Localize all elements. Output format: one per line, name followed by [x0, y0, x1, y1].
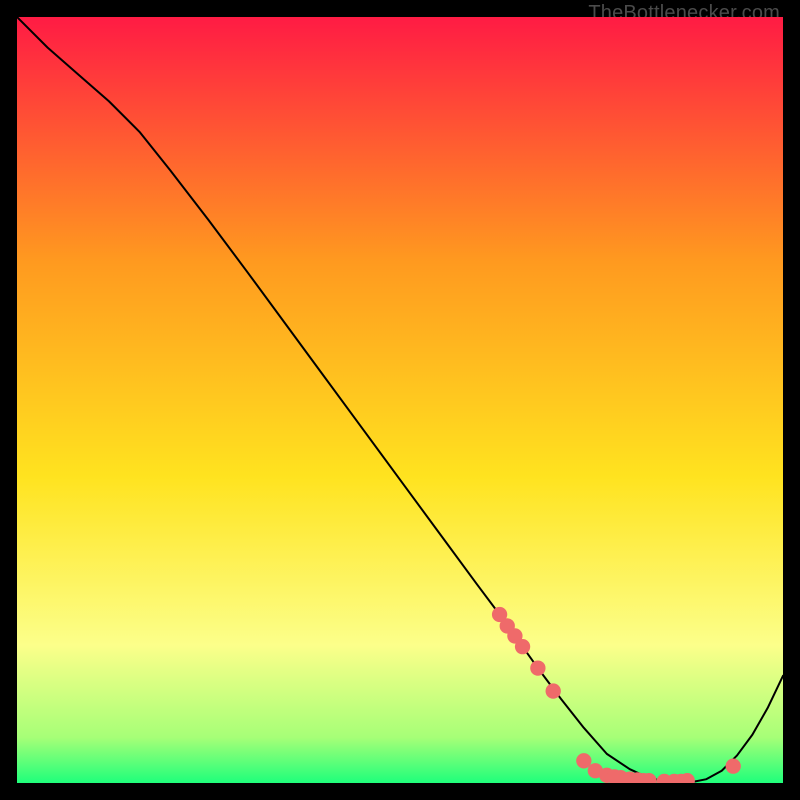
- curve-marker: [530, 660, 545, 675]
- curve-markers: [492, 607, 741, 783]
- curve-marker: [546, 683, 561, 698]
- plot-area: [17, 17, 783, 783]
- curve-marker: [726, 758, 741, 773]
- bottleneck-curve: [17, 17, 783, 783]
- chart-stage: TheBottlenecker.com: [0, 0, 800, 800]
- curve-layer: [17, 17, 783, 783]
- curve-marker: [515, 639, 530, 654]
